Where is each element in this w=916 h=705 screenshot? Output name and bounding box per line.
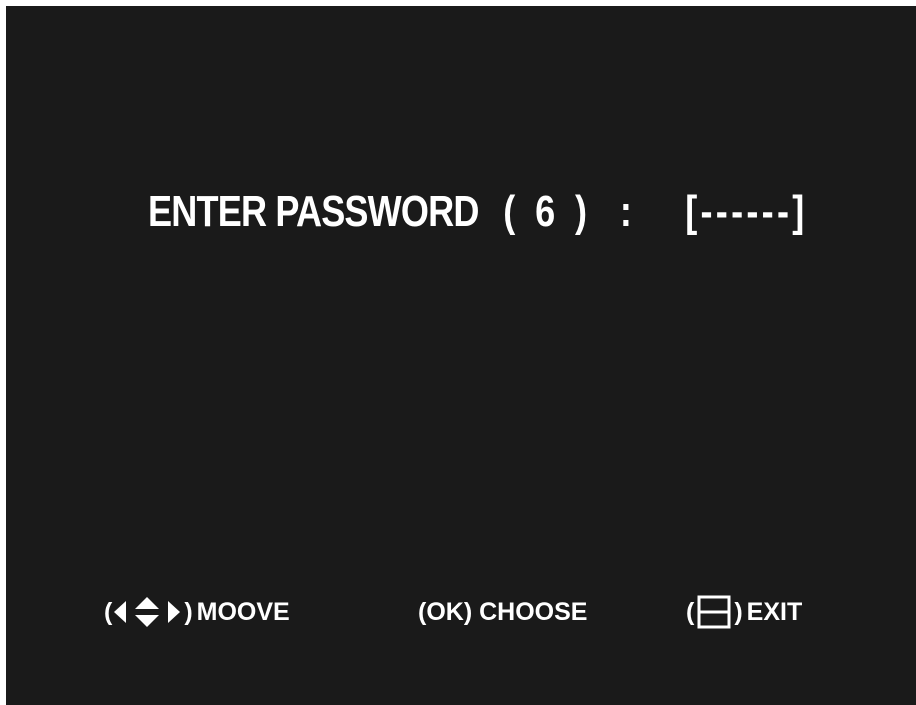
password-prompt: ENTER PASSWORD ( 6 ) : [------] xyxy=(148,182,808,242)
hint-exit-open-paren: ( xyxy=(686,597,695,626)
password-length: ( 6 ) xyxy=(503,187,592,236)
hint-move-close-paren: ) xyxy=(184,597,193,626)
hint-choose-label: (OK) CHOOSE xyxy=(418,597,588,626)
password-field[interactable]: [------] xyxy=(685,187,807,237)
hint-exit-label: EXIT xyxy=(746,597,803,626)
password-label: ENTER PASSWORD xyxy=(148,187,479,236)
arrows-icon xyxy=(112,595,182,629)
password-colon: : xyxy=(619,187,632,236)
hint-exit-close-paren: ) xyxy=(734,597,743,626)
menu-icon xyxy=(696,594,732,630)
hint-move-open-paren: ( xyxy=(104,597,113,626)
hint-choose: (OK) CHOOSE xyxy=(418,590,587,634)
osd-screen: ENTER PASSWORD ( 6 ) : [------] ( ) MOOV… xyxy=(6,6,916,705)
hint-move: ( ) MOOVE xyxy=(104,590,290,634)
hint-move-label: MOOVE xyxy=(196,597,290,626)
footer-hints: ( ) MOOVE (OK) CHOOSE () EXIT xyxy=(6,590,916,634)
hint-exit: ( ) EXIT xyxy=(686,590,802,634)
